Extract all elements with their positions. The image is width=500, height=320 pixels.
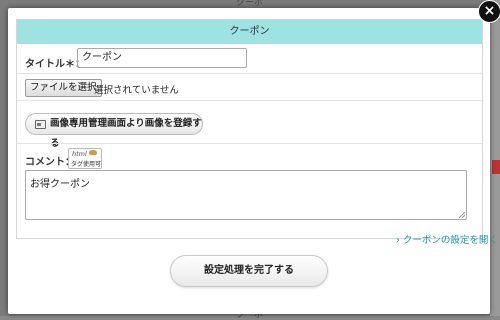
background-edge bbox=[490, 0, 500, 316]
comment-row: コメント： html タグ使用可 お得クーポン bbox=[17, 143, 482, 239]
file-row: ファイルを選択 選択されていません bbox=[17, 73, 482, 100]
close-icon[interactable]: × bbox=[478, 0, 500, 23]
html-tag-badge: html タグ使用可 bbox=[68, 148, 102, 169]
title-input[interactable]: クーポン bbox=[77, 48, 247, 68]
palette-icon bbox=[89, 150, 97, 155]
register-image-row: 画像専用管理画面より画像を登録する bbox=[17, 100, 482, 149]
background-text-top: クーポ bbox=[236, 0, 264, 8]
file-status-text: 選択されていません bbox=[94, 85, 179, 96]
complete-settings-button[interactable]: 設定処理を完了する bbox=[170, 255, 328, 287]
panel-header: クーポン bbox=[17, 20, 482, 44]
image-icon bbox=[35, 120, 46, 129]
html-badge-note: タグ使用可 bbox=[71, 161, 102, 168]
background-red-tab bbox=[492, 160, 500, 174]
coupon-form-panel: クーポン タイトル＊： クーポン ファイルを選択 選択されていません 画像専用管… bbox=[16, 19, 483, 239]
choose-file-button[interactable]: ファイルを選択 bbox=[25, 79, 102, 97]
comment-text: お得クーポン bbox=[30, 179, 90, 190]
open-coupon-settings-link[interactable]: › クーポンの設定を開く bbox=[396, 232, 498, 246]
coupon-modal: クーポン タイトル＊： クーポン ファイルを選択 選択されていません 画像専用管… bbox=[8, 8, 498, 314]
resize-grip-icon[interactable] bbox=[459, 212, 465, 218]
title-label: タイトル＊： bbox=[25, 59, 85, 70]
comment-textarea[interactable]: お得クーポン bbox=[25, 170, 467, 220]
html-badge-text: html bbox=[72, 150, 87, 158]
open-settings-label: クーポンの設定を開く bbox=[402, 235, 498, 246]
title-row: タイトル＊： クーポン bbox=[17, 45, 482, 72]
register-image-button[interactable]: 画像専用管理画面より画像を登録する bbox=[25, 113, 203, 149]
chevron-right-icon: › bbox=[396, 235, 400, 246]
